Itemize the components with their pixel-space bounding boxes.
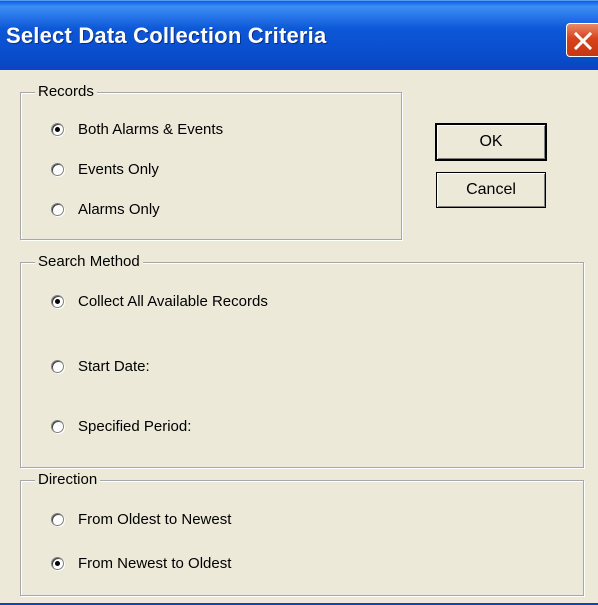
ok-button[interactable]: OK xyxy=(435,123,547,161)
search-method-legend: Search Method xyxy=(35,252,143,272)
radio-button[interactable] xyxy=(51,513,64,526)
radio-specified-period[interactable]: Specified Period: xyxy=(51,418,191,435)
radio-button[interactable] xyxy=(51,203,64,216)
radio-label: Both Alarms & Events xyxy=(78,121,224,138)
window-title: Select Data Collection Criteria xyxy=(6,23,327,48)
radio-button[interactable] xyxy=(51,557,64,570)
radio-oldest-to-newest[interactable]: From Oldest to Newest xyxy=(51,511,231,528)
radio-label: Events Only xyxy=(78,161,159,178)
radio-label: Specified Period: xyxy=(78,418,192,435)
close-icon xyxy=(573,31,593,51)
radio-both-alarms-events[interactable]: Both Alarms & Events xyxy=(51,121,223,138)
cancel-button[interactable]: Cancel xyxy=(436,172,546,208)
radio-button[interactable] xyxy=(51,420,64,433)
radio-button[interactable] xyxy=(51,123,64,136)
dialog-body: Records Both Alarms & Events Events Only… xyxy=(0,70,598,605)
direction-legend: Direction xyxy=(35,470,101,490)
direction-group: Direction From Oldest to Newest From New… xyxy=(20,470,584,596)
radio-events-only[interactable]: Events Only xyxy=(51,161,159,178)
radio-collect-all[interactable]: Collect All Available Records xyxy=(51,293,268,310)
radio-label: From Newest to Oldest xyxy=(78,555,232,572)
radio-start-date[interactable]: Start Date: xyxy=(51,358,150,375)
radio-alarms-only[interactable]: Alarms Only xyxy=(51,201,160,218)
search-method-group: Search Method Collect All Available Reco… xyxy=(20,252,584,468)
radio-button[interactable] xyxy=(51,360,64,373)
radio-button[interactable] xyxy=(51,163,64,176)
radio-label: From Oldest to Newest xyxy=(78,511,232,528)
radio-button[interactable] xyxy=(51,295,64,308)
records-group: Records Both Alarms & Events Events Only… xyxy=(20,82,402,240)
radio-label: Start Date: xyxy=(78,358,150,375)
radio-newest-to-oldest[interactable]: From Newest to Oldest xyxy=(51,555,231,572)
records-legend: Records xyxy=(35,82,97,102)
radio-label: Alarms Only xyxy=(78,201,160,218)
close-button[interactable] xyxy=(566,23,598,57)
radio-label: Collect All Available Records xyxy=(78,293,268,310)
title-bar[interactable]: Select Data Collection Criteria xyxy=(0,0,598,70)
